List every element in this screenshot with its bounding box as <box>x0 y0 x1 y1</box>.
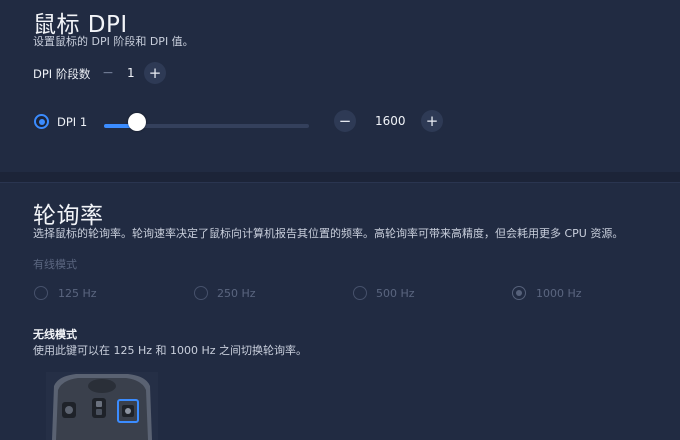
dpi-increase-button[interactable]: + <box>421 110 443 132</box>
polling-section-description: 选择鼠标的轮询率。轮询速率决定了鼠标向计算机报告其位置的频率。高轮询率可带来高精… <box>33 227 624 240</box>
dpi-section-description: 设置鼠标的 DPI 阶段和 DPI 值。 <box>33 35 194 48</box>
wired-125hz-label: 125 Hz <box>58 287 97 300</box>
stage-count-value: 1 <box>127 66 135 80</box>
mouse-underside-image <box>46 372 158 440</box>
dpi-value: 1600 <box>375 114 406 128</box>
stage-decrease-button[interactable]: − <box>99 64 117 82</box>
dpi-1-radio[interactable] <box>34 114 49 129</box>
wired-1000hz-label: 1000 Hz <box>536 287 582 300</box>
wired-mode-label: 有线模式 <box>33 258 77 271</box>
dpi-slider-thumb[interactable] <box>128 113 146 131</box>
wired-250hz-label: 250 Hz <box>217 287 256 300</box>
wired-250hz-radio[interactable] <box>194 286 208 300</box>
dpi-decrease-button[interactable]: − <box>334 110 356 132</box>
stage-increase-button[interactable]: + <box>144 62 166 84</box>
wired-500hz-label: 500 Hz <box>376 287 415 300</box>
wired-125hz-radio[interactable] <box>34 286 48 300</box>
dpi-1-label: DPI 1 <box>57 115 88 129</box>
wireless-mode-label: 无线模式 <box>33 328 77 341</box>
wired-500hz-radio[interactable] <box>353 286 367 300</box>
wired-1000hz-radio[interactable] <box>512 286 526 300</box>
dpi-stage-count-label: DPI 阶段数 <box>33 67 91 81</box>
wireless-mode-description: 使用此键可以在 125 Hz 和 1000 Hz 之间切换轮询率。 <box>33 344 308 357</box>
